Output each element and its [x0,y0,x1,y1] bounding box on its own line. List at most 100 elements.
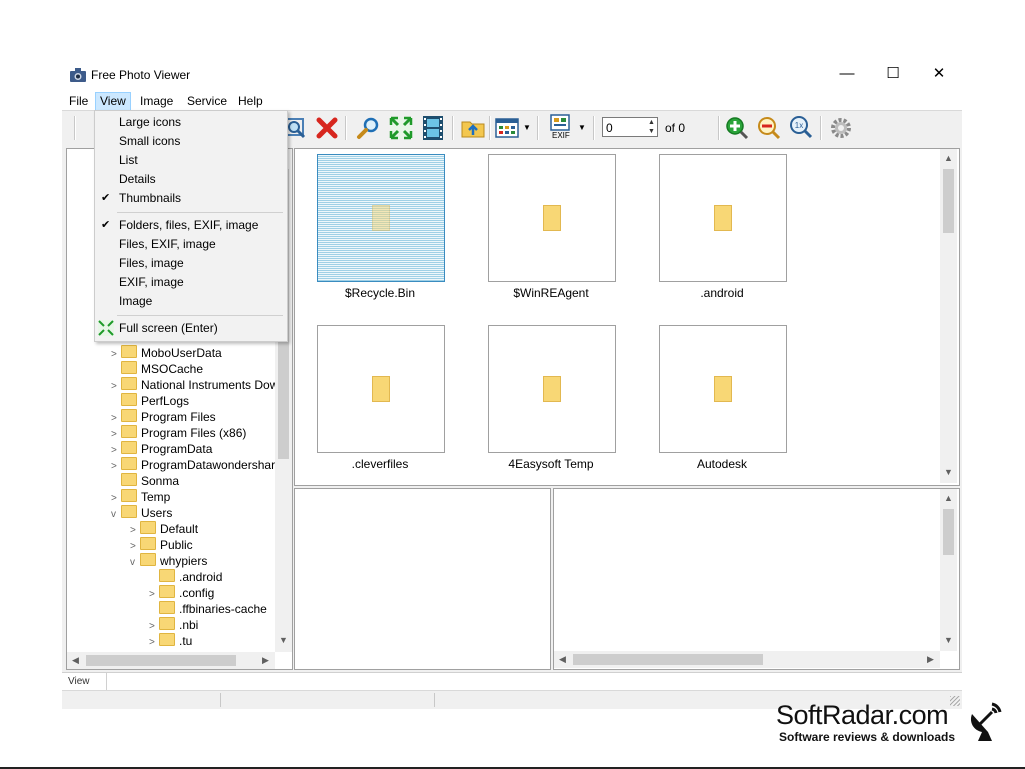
thumbnail-label: $Recycle.Bin [344,286,416,300]
toolbar-separator [74,116,76,140]
exif-icon[interactable] [548,114,572,132]
tree-item-label: Program Files (x86) [141,426,247,440]
tree-item[interactable]: v Users [111,505,172,521]
close-button[interactable]: ✕ [916,60,962,90]
minimize-button[interactable]: — [824,60,870,90]
scroll-down-arrow[interactable]: ▼ [940,635,957,645]
tree-item[interactable]: .ffbinaries-cache [149,601,267,617]
tree-item[interactable]: Sonma [111,473,179,489]
thumbnail-item[interactable] [659,325,787,453]
menu-separator [117,315,283,316]
tree-item[interactable]: > .tu [149,633,192,649]
menu-file[interactable]: File [65,92,92,110]
toolbar-separator [718,116,720,140]
chevron-right-icon[interactable]: > [149,635,159,651]
tree-item[interactable]: v whypiers [130,553,207,569]
zoom-actual-size-icon[interactable]: 1x [788,115,814,141]
tree-horizontal-scrollbar[interactable]: ◀ ▶ [67,652,275,669]
folder-up-icon[interactable] [460,115,486,141]
thumbnail-item[interactable] [488,325,616,453]
scroll-down-arrow[interactable]: ▼ [940,467,957,477]
folder-icon [121,345,137,358]
scrollbar-thumb[interactable] [943,169,954,233]
tree-item[interactable]: > Program Files (x86) [111,425,246,441]
menu-item-thumbnails[interactable]: ✔ Thumbnails [95,189,287,208]
svg-text:1x: 1x [795,121,803,130]
tree-item[interactable]: .android [149,569,222,585]
fullscreen-icon[interactable] [388,115,414,141]
menu-item-files-image[interactable]: Files, image [95,254,287,273]
scrollbar-thumb[interactable] [86,655,236,666]
menu-item-exif-image[interactable]: EXIF, image [95,273,287,292]
tree-item[interactable]: MSOCache [111,361,203,377]
thumbnail-item[interactable] [317,325,445,453]
slideshow-icon[interactable] [420,115,446,141]
menu-item-label: Small icons [119,134,181,148]
preview-horizontal-scrollbar[interactable]: ◀ ▶ [554,651,940,668]
scrollbar-thumb[interactable] [943,509,954,555]
thumbnail-item[interactable] [317,154,445,282]
tree-item-label: Program Files [141,410,216,424]
delete-icon[interactable] [314,115,340,141]
chevron-down-icon[interactable]: v [130,555,140,571]
scrollbar-thumb[interactable] [573,654,763,665]
scroll-up-arrow[interactable]: ▲ [940,153,957,163]
tree-item[interactable]: > .nbi [149,617,198,633]
tree-item[interactable]: > National Instruments Dow [111,377,278,393]
folder-icon [543,376,561,402]
menu-view[interactable]: View [95,92,131,112]
folder-icon [121,473,137,486]
menu-item-label: Details [119,172,156,186]
tree-item[interactable]: > Temp [111,489,170,505]
chevron-down-icon[interactable]: v [111,507,121,523]
tree-item-label: Temp [141,490,171,504]
gear-icon[interactable] [828,115,854,141]
thumbnail-view[interactable]: $Recycle.Bin $WinREAgent .android .cleve… [294,148,960,486]
tree-item[interactable]: > MoboUserData [111,345,222,361]
tree-item[interactable]: > Program Files [111,409,216,425]
menu-item-folders-files-exif-image[interactable]: ✔ Folders, files, EXIF, image [95,216,287,235]
tree-item[interactable]: > Public [130,537,193,553]
folder-icon [159,617,175,630]
preview-vertical-scrollbar[interactable]: ▲ ▼ [940,489,957,651]
zoom-out-icon[interactable] [756,115,782,141]
thumbnails-vertical-scrollbar[interactable]: ▲ ▼ [940,149,957,483]
menu-item-full-screen[interactable]: Full screen (Enter) [95,319,287,338]
tree-item[interactable]: > .config [149,585,214,601]
status-divider [106,673,107,691]
menu-item-small-icons[interactable]: Small icons [95,132,287,151]
scroll-right-arrow[interactable]: ▶ [922,654,939,665]
scroll-up-arrow[interactable]: ▲ [940,493,957,503]
menu-service[interactable]: Service [183,92,231,110]
menu-item-large-icons[interactable]: Large icons [95,113,287,132]
menu-item-details[interactable]: Details [95,170,287,189]
folder-icon [140,521,156,534]
tree-item-label: MSOCache [141,362,204,376]
page-stepper[interactable]: ▲ ▼ [646,118,657,136]
scroll-left-arrow[interactable]: ◀ [554,654,571,665]
tree-item[interactable]: > Default [130,521,198,537]
scroll-right-arrow[interactable]: ▶ [257,655,274,666]
maximize-button[interactable]: ☐ [870,60,916,90]
scroll-left-arrow[interactable]: ◀ [67,655,84,666]
tree-item-label: Default [160,522,199,536]
thumbnail-item[interactable] [659,154,787,282]
menu-help[interactable]: Help [234,92,267,110]
tree-item[interactable]: PerfLogs [111,393,189,409]
zoom-in-icon[interactable] [724,115,750,141]
view-mode-icon[interactable] [494,115,520,141]
chevron-down-icon[interactable]: ▼ [578,123,586,132]
tree-item[interactable]: > ProgramDatawondershare [111,457,282,473]
chevron-down-icon[interactable]: ▼ [523,123,531,132]
tree-item[interactable]: > ProgramData [111,441,212,457]
toolbar-separator [537,116,539,140]
menu-item-image[interactable]: Image [95,292,287,311]
title-bar: Free Photo Viewer — ☐ ✕ [62,60,962,90]
scroll-down-arrow[interactable]: ▼ [275,635,292,645]
menu-item-files-exif-image[interactable]: Files, EXIF, image [95,235,287,254]
menu-item-list[interactable]: List [95,151,287,170]
thumbnail-item[interactable] [488,154,616,282]
resize-grip[interactable] [950,696,960,706]
menu-image[interactable]: Image [136,92,177,110]
search-icon[interactable] [356,115,382,141]
